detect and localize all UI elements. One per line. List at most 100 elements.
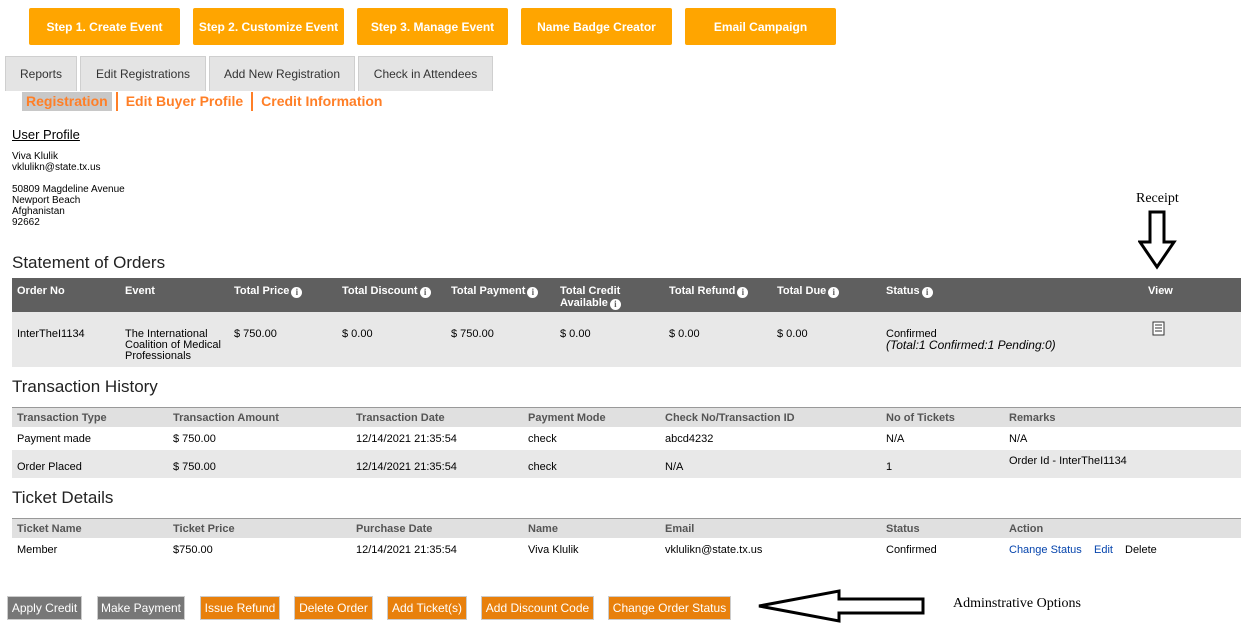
transaction-date-cell: 12/14/2021 21:35:54 (356, 433, 457, 445)
user-profile-title: User Profile (12, 127, 80, 142)
th-action: Action (1009, 523, 1044, 535)
profile-name: Viva Klulik (12, 151, 58, 162)
subtab-divider (251, 92, 254, 111)
check-no-cell: abcd4232 (665, 433, 714, 445)
step1-create-event-button[interactable]: Step 1. Create Event (29, 8, 180, 45)
status-detail: (Total:1 Confirmed:1 Pending:0) (886, 338, 1056, 352)
col-total-payment-label: Total Payment (451, 285, 526, 297)
ticket-header-row: Ticket Name Ticket Price Purchase Date N… (12, 518, 1241, 538)
delete-ticket-link[interactable]: Delete (1125, 544, 1157, 556)
step3-manage-event-button[interactable]: Step 3. Manage Event (357, 8, 508, 45)
statement-row: InterTheI1134 The International Coalitio… (12, 312, 1241, 367)
th-purchase-date: Purchase Date (356, 523, 433, 535)
col-total-discount: Total Discount i (342, 285, 431, 298)
info-icon[interactable]: i (921, 287, 933, 298)
edit-ticket-link[interactable]: Edit (1094, 544, 1113, 556)
status-cell: Confirmed (Total:1 Confirmed:1 Pending:0… (886, 329, 1056, 352)
table-row: Member $750.00 12/14/2021 21:35:54 Viva … (12, 539, 1241, 561)
tab-add-new-registration[interactable]: Add New Registration (209, 56, 355, 91)
tab-edit-registrations[interactable]: Edit Registrations (80, 56, 206, 91)
step2-customize-event-button[interactable]: Step 2. Customize Event (193, 8, 344, 45)
no-of-tickets-cell: 1 (886, 461, 893, 473)
total-payment-cell: $ 750.00 (451, 328, 494, 340)
col-view: View (1148, 285, 1173, 297)
th-check-no: Check No/Transaction ID (665, 412, 795, 424)
col-total-payment: Total Payment i (451, 285, 539, 298)
add-tickets-button[interactable]: Add Ticket(s) (387, 596, 467, 620)
col-total-discount-label: Total Discount (342, 285, 418, 297)
transaction-date-cell: 12/14/2021 21:35:54 (356, 461, 457, 473)
left-arrow-annotation (758, 589, 925, 623)
ticket-status-cell: Confirmed (886, 544, 937, 556)
apply-credit-button[interactable]: Apply Credit (7, 596, 82, 620)
col-event: Event (125, 285, 155, 297)
add-discount-code-button[interactable]: Add Discount Code (481, 596, 594, 620)
profile-email: vklulikn@state.tx.us (12, 162, 101, 173)
profile-zip: 92662 (12, 217, 40, 228)
subtab-edit-buyer-profile[interactable]: Edit Buyer Profile (122, 92, 247, 111)
change-status-link[interactable]: Change Status (1009, 544, 1082, 556)
due-cell: $ 0.00 (777, 328, 808, 340)
th-remarks: Remarks (1009, 412, 1056, 424)
subtab-registration[interactable]: Registration (22, 92, 112, 111)
col-total-price-label: Total Price (234, 285, 290, 297)
col-total-credit-line2: Available (560, 297, 608, 309)
th-no-of-tickets: No of Tickets (886, 412, 955, 424)
info-icon[interactable]: i (291, 287, 303, 298)
event-line3: Professionals (125, 350, 192, 362)
transaction-history-title: Transaction History (12, 377, 158, 396)
order-no-cell: InterTheI1134 (17, 328, 85, 340)
profile-country: Afghanistan (12, 206, 65, 217)
credit-cell: $ 0.00 (560, 328, 591, 340)
change-order-status-button[interactable]: Change Order Status (608, 596, 731, 620)
attendee-email-cell: vklulikn@state.tx.us (665, 544, 763, 556)
th-ticket-price: Ticket Price (173, 523, 235, 535)
event-cell: The International Coalition of Medical P… (125, 329, 221, 362)
check-no-cell: N/A (665, 461, 684, 473)
issue-refund-button[interactable]: Issue Refund (200, 596, 280, 620)
col-status: Status i (886, 285, 933, 298)
col-total-due: Total Due i (777, 285, 840, 298)
total-price-cell: $ 750.00 (234, 328, 277, 340)
receipt-annotation: Receipt (1136, 191, 1179, 206)
make-payment-button[interactable]: Make Payment (97, 596, 185, 620)
remarks-cell: Order Id - InterTheI1134 (1009, 455, 1127, 467)
delete-order-button[interactable]: Delete Order (294, 596, 373, 620)
statement-header-row: Order No Event Total Price i Total Discou… (12, 278, 1241, 312)
transaction-type-cell: Order Placed (17, 461, 82, 473)
statement-of-orders-title: Statement of Orders (12, 253, 166, 272)
purchase-date-cell: 12/14/2021 21:35:54 (356, 544, 457, 556)
ticket-name-cell: Member (17, 544, 58, 556)
col-order-no: Order No (17, 285, 65, 297)
name-badge-creator-button[interactable]: Name Badge Creator (521, 8, 672, 45)
receipt-icon[interactable] (1152, 321, 1165, 336)
th-ticket-name: Ticket Name (17, 523, 82, 535)
info-icon[interactable]: i (828, 287, 840, 298)
info-icon[interactable]: i (737, 287, 749, 298)
down-arrow-annotation (1138, 210, 1177, 270)
no-of-tickets-cell: N/A (886, 433, 905, 445)
email-campaign-button[interactable]: Email Campaign (685, 8, 836, 45)
info-icon[interactable]: i (527, 287, 539, 298)
info-icon[interactable]: i (419, 287, 431, 298)
tab-check-in-attendees[interactable]: Check in Attendees (358, 56, 493, 91)
transaction-amount-cell: $ 750.00 (173, 461, 216, 473)
col-total-credit: Total Credit Available i (560, 285, 621, 310)
col-total-due-label: Total Due (777, 285, 827, 297)
table-row: Order Placed $ 750.00 12/14/2021 21:35:5… (12, 450, 1241, 478)
th-status: Status (886, 523, 920, 535)
profile-city: Newport Beach (12, 195, 81, 206)
transaction-amount-cell: $ 750.00 (173, 433, 216, 445)
attendee-name-cell: Viva Klulik (528, 544, 579, 556)
col-total-credit-line2-wrap: Available i (560, 297, 621, 310)
subtab-bar: Registration Edit Buyer Profile Credit I… (22, 92, 387, 111)
info-icon[interactable]: i (609, 299, 621, 310)
tab-reports[interactable]: Reports (5, 56, 77, 91)
payment-mode-cell: check (528, 433, 557, 445)
table-row: Payment made $ 750.00 12/14/2021 21:35:5… (12, 428, 1241, 449)
col-total-refund-label: Total Refund (669, 285, 736, 297)
th-transaction-date: Transaction Date (356, 412, 445, 424)
subtab-credit-information[interactable]: Credit Information (257, 92, 386, 111)
th-payment-mode: Payment Mode (528, 412, 606, 424)
admin-options-annotation: Adminstrative Options (953, 596, 1081, 611)
